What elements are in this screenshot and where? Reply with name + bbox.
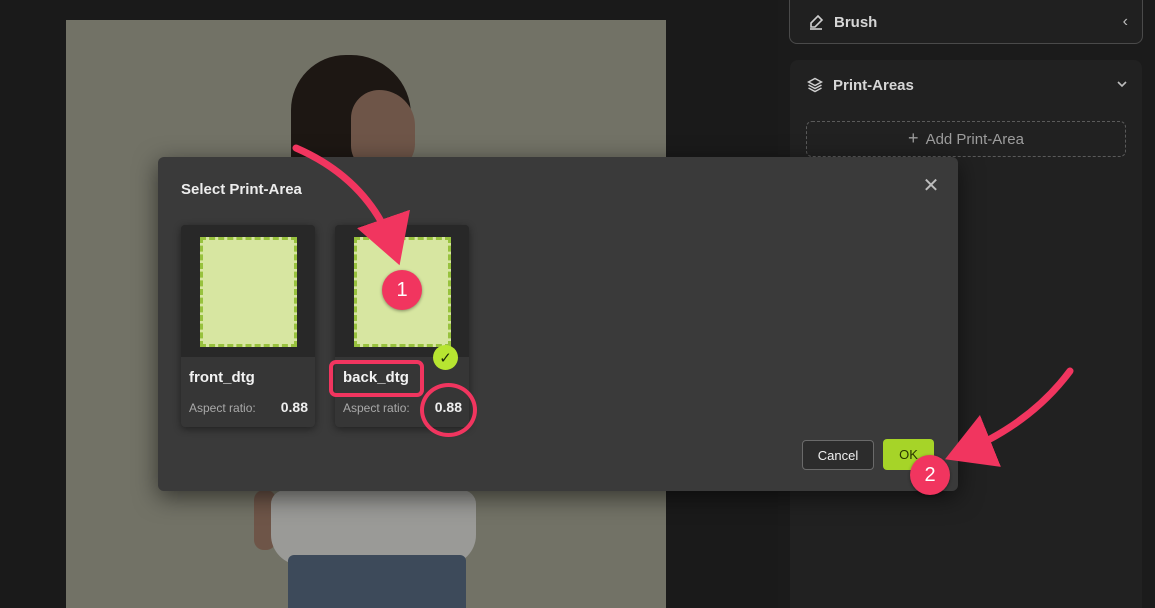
add-print-area-label: Add Print-Area	[925, 130, 1024, 148]
annotation-highlight-ratio	[420, 383, 477, 437]
print-area-thumbnail	[181, 225, 315, 357]
aspect-ratio-label: Aspect ratio:	[189, 401, 256, 415]
aspect-ratio-value: 0.88	[280, 399, 308, 415]
add-print-area-button[interactable]: + Add Print-Area	[806, 121, 1126, 157]
chevron-left-icon[interactable]: ‹	[1123, 13, 1128, 31]
print-area-info: front_dtg Aspect ratio: 0.88	[181, 357, 315, 427]
print-areas-label: Print-Areas	[833, 76, 914, 94]
dialog-title: Select Print-Area	[181, 181, 302, 198]
select-print-area-dialog: Select Print-Area ✕ front_dtg Aspect rat…	[158, 157, 958, 491]
cancel-button[interactable]: Cancel	[802, 440, 874, 470]
brush-icon	[807, 13, 825, 31]
chevron-down-icon[interactable]	[1116, 77, 1128, 93]
print-area-card-front[interactable]: front_dtg Aspect ratio: 0.88	[181, 225, 315, 427]
selected-check-icon: ✓	[433, 345, 458, 370]
annotation-highlight-name	[329, 360, 424, 397]
brush-section-header[interactable]: Brush ‹	[789, 0, 1143, 44]
close-icon[interactable]: ✕	[920, 175, 942, 197]
layers-icon	[806, 76, 824, 94]
photo-shirt	[271, 490, 476, 565]
annotation-step-2: 2	[910, 455, 950, 495]
print-areas-header[interactable]: Print-Areas	[790, 60, 1142, 94]
photo-jeans	[288, 555, 466, 608]
aspect-ratio-label: Aspect ratio:	[343, 401, 410, 415]
print-area-name: front_dtg	[189, 369, 255, 386]
brush-label: Brush	[834, 13, 878, 31]
annotation-step-1: 1	[382, 270, 422, 310]
plus-icon: +	[908, 127, 919, 148]
print-area-preview	[200, 237, 297, 347]
